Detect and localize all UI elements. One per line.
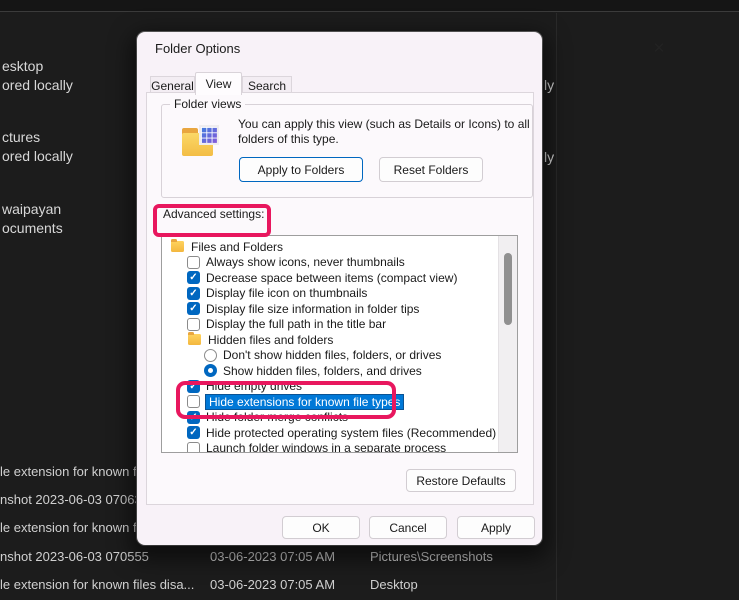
list-item-radio[interactable]: Show hidden files, folders, and drives [162, 363, 498, 379]
checkbox-unchecked[interactable] [187, 441, 200, 452]
ok-button[interactable]: OK [282, 516, 360, 539]
file-row-date: 03-06-2023 07:05 AM [210, 577, 336, 592]
file-row-name[interactable]: nshot 2023-06-03 07063 [0, 492, 142, 507]
apply-button[interactable]: Apply [457, 516, 535, 539]
close-icon[interactable]: ✕ [648, 38, 670, 60]
dialog-title: Folder Options [155, 41, 241, 56]
folder-icon [171, 239, 184, 253]
list-item-checkbox[interactable]: Launch folder windows in a separate proc… [162, 441, 498, 452]
list-item-checkbox[interactable]: Hide protected operating system files (R… [162, 425, 498, 441]
apply-to-folders-button[interactable]: Apply to Folders [239, 157, 363, 182]
folder-views-description: You can apply this view (such as Details… [238, 117, 530, 146]
checkbox-checked[interactable] [187, 426, 200, 440]
file-row-name[interactable]: nshot 2023-06-03 070555 [0, 549, 149, 564]
list-item-checkbox[interactable]: Display file size information in folder … [162, 301, 498, 317]
list-item-checkbox[interactable]: Display file icon on thumbnails [162, 286, 498, 302]
checkbox-checked[interactable] [187, 302, 200, 316]
checkbox-unchecked[interactable] [187, 255, 200, 269]
view-tab-page: Folder views You can apply this view (su… [146, 92, 534, 505]
file-row-name[interactable]: le extension for known f [0, 520, 137, 535]
annotation-hide-extensions [176, 381, 396, 419]
bg-text-documents: ocuments [2, 220, 63, 236]
annotation-advanced-settings [153, 204, 271, 237]
file-row-name[interactable]: le extension for known files disa... [0, 577, 194, 592]
bg-text-desktop: esktop [2, 58, 44, 74]
bg-text-stored-2: ored locally [2, 148, 73, 164]
checkbox-checked[interactable] [187, 286, 200, 300]
list-item-checkbox[interactable]: Always show icons, never thumbnails [162, 255, 498, 271]
folder-options-dialog: Folder Options ✕ General View Search Fol… [137, 32, 665, 545]
checkbox-checked[interactable] [187, 271, 200, 285]
folder-views-legend: Folder views [170, 97, 246, 111]
checkbox-unchecked[interactable] [187, 317, 200, 331]
radio-off[interactable] [204, 348, 217, 362]
screen: esktop ored locally ctures ored locally … [0, 0, 739, 600]
reset-folders-button[interactable]: Reset Folders [379, 157, 483, 182]
cancel-button[interactable]: Cancel [369, 516, 447, 539]
folder-icon [188, 332, 201, 346]
scrollbar-thumb[interactable] [504, 253, 512, 325]
file-row-name[interactable]: le extension for known f [0, 464, 137, 479]
bg-text-stored-1: ored locally [2, 77, 73, 93]
list-group-hidden-files: Hidden files and folders [162, 332, 498, 348]
tab-view[interactable]: View [195, 72, 242, 95]
radio-on[interactable] [204, 364, 217, 378]
folder-views-groupbox: Folder views You can apply this view (su… [161, 97, 533, 198]
folder-view-icon [182, 125, 220, 157]
list-item-checkbox[interactable]: Decrease space between items (compact vi… [162, 270, 498, 286]
bg-text-username: waipayan [2, 201, 62, 217]
file-row-date: 03-06-2023 07:05 AM [210, 549, 336, 564]
file-row-folder: Desktop [370, 577, 418, 592]
background-window-top-edge [0, 0, 739, 12]
bg-text-pictures: ctures [2, 129, 41, 145]
list-item-checkbox[interactable]: Display the full path in the title bar [162, 317, 498, 333]
advanced-settings-list[interactable]: Files and Folders Always show icons, nev… [161, 235, 518, 453]
list-item-radio[interactable]: Don't show hidden files, folders, or dri… [162, 348, 498, 364]
scrollbar-track[interactable] [498, 236, 517, 452]
file-row-folder: Pictures\Screenshots [370, 549, 493, 564]
bg-text-ly-2: ly [544, 149, 555, 165]
bg-text-ly-1: ly [544, 77, 555, 93]
restore-defaults-button[interactable]: Restore Defaults [406, 469, 516, 492]
background-window-divider [556, 13, 557, 600]
list-group-files-and-folders: Files and Folders [162, 239, 498, 255]
